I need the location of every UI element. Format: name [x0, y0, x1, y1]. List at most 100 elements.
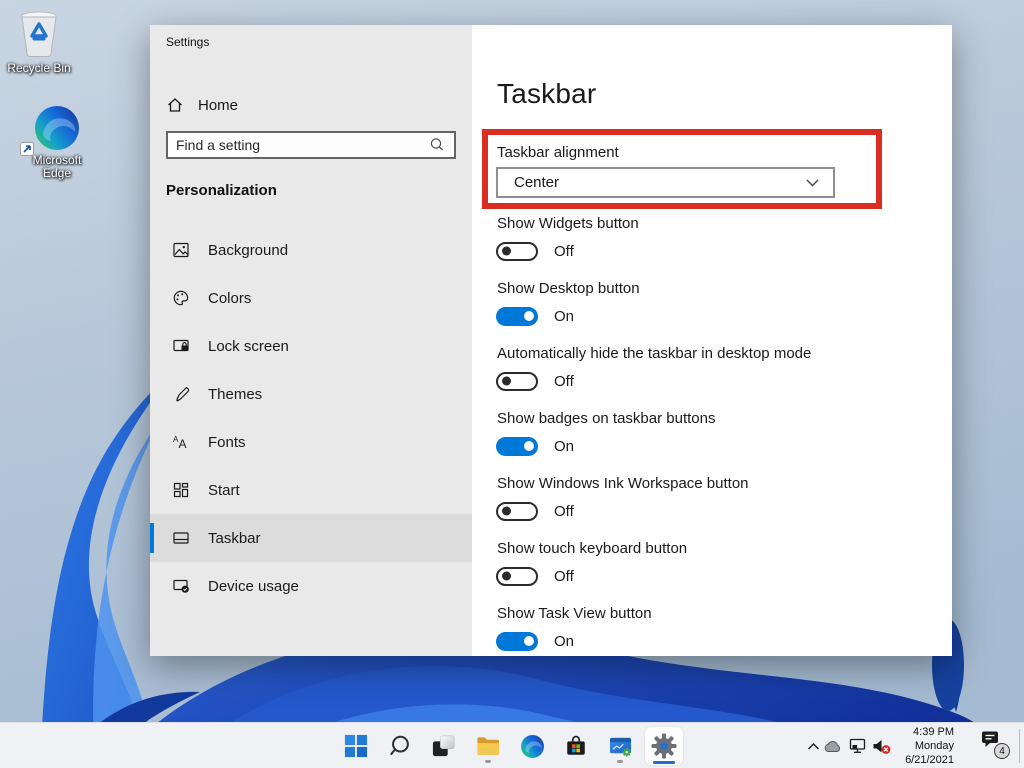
home-icon	[166, 96, 184, 114]
settings-sidebar: Settings Home Personalization Background	[150, 25, 472, 656]
notification-center-button[interactable]: 4	[980, 730, 1016, 762]
toggle-badges[interactable]	[496, 437, 538, 456]
page-title: Taskbar	[497, 78, 596, 110]
settings-button[interactable]	[642, 726, 686, 766]
tray-chevron-button[interactable]	[803, 736, 823, 756]
toggle-state-label: Off	[554, 373, 574, 390]
chevron-up-icon	[807, 742, 820, 751]
sidebar-home-label: Home	[198, 97, 238, 114]
sidebar-item-label: Colors	[208, 290, 251, 307]
toggle-task-view[interactable]	[496, 632, 538, 651]
windows-start-icon	[344, 734, 368, 758]
search-input[interactable]	[168, 137, 428, 153]
toggle-state-label: On	[554, 308, 574, 325]
taskbar-alignment-dropdown[interactable]: Center	[496, 167, 835, 198]
microsoft-store-button[interactable]	[554, 726, 598, 766]
shortcut-arrow-icon	[20, 142, 34, 156]
taskbar: 4:39 PM Monday 6/21/2021 4	[0, 722, 1024, 768]
microsoft-store-icon	[564, 734, 588, 758]
search-icon	[388, 734, 412, 758]
toggle-auto-hide[interactable]	[496, 372, 538, 391]
sidebar-item-home[interactable]: Home	[166, 87, 238, 123]
settings-content: Taskbar Taskbar alignment Center Show Wi…	[472, 25, 952, 656]
sidebar-item-background[interactable]: Background	[150, 226, 472, 274]
search-icon[interactable]	[428, 136, 446, 154]
taskbar-icon	[172, 529, 190, 547]
setting-label-badges: Show badges on taskbar buttons	[497, 410, 715, 427]
sidebar-item-fonts[interactable]: A A Fonts	[150, 418, 472, 466]
file-explorer-button[interactable]	[466, 726, 510, 766]
start-button[interactable]	[334, 726, 378, 766]
toggle-state-label: Off	[554, 503, 574, 520]
network-icon	[849, 738, 867, 754]
desktop-icon-recycle-bin[interactable]: Recycle Bin	[0, 8, 78, 75]
clock-day: Monday	[874, 739, 954, 753]
start-grid-icon	[172, 481, 190, 499]
setting-label-desktop-button: Show Desktop button	[497, 280, 640, 297]
setting-label-ink-workspace: Show Windows Ink Workspace button	[497, 475, 749, 492]
edge-button[interactable]	[510, 726, 554, 766]
search-button[interactable]	[378, 726, 422, 766]
setting-label-auto-hide: Automatically hide the taskbar in deskto…	[497, 345, 811, 362]
settings-gear-icon	[651, 733, 677, 759]
setting-label-task-view: Show Task View button	[497, 605, 652, 622]
sidebar-item-start[interactable]: Start	[150, 466, 472, 514]
tray-onedrive-button[interactable]	[822, 736, 842, 756]
desktop-icon-label-line2: Edge	[18, 167, 96, 180]
tray-network-button[interactable]	[848, 736, 868, 756]
task-view-icon	[432, 734, 456, 758]
svg-text:A: A	[179, 437, 187, 451]
running-indicator	[485, 760, 491, 763]
background-image-icon	[172, 241, 190, 259]
active-app-indicator	[653, 761, 675, 764]
clock-date: 6/21/2021	[874, 753, 954, 767]
taskbar-alignment-label: Taskbar alignment	[497, 144, 619, 161]
taskbar-center-icons	[334, 726, 686, 766]
cloud-icon	[823, 739, 842, 753]
toggle-touch-keyboard[interactable]	[496, 567, 538, 586]
toggle-widgets[interactable]	[496, 242, 538, 261]
dropdown-selected-value: Center	[498, 174, 806, 191]
desktop-icon-label: Recycle Bin	[0, 62, 78, 75]
clock-time: 4:39 PM	[874, 725, 954, 739]
toggle-desktop-button[interactable]	[496, 307, 538, 326]
toggle-state-label: On	[554, 438, 574, 455]
setting-label-widgets: Show Widgets button	[497, 215, 639, 232]
sidebar-item-label: Themes	[208, 386, 262, 403]
sidebar-item-colors[interactable]: Colors	[150, 274, 472, 322]
themes-brush-icon	[172, 385, 190, 403]
lock-screen-icon	[172, 337, 190, 355]
system-app-button[interactable]	[598, 726, 642, 766]
sidebar-item-label: Background	[208, 242, 288, 259]
system-window-gear-icon	[608, 734, 633, 758]
colors-palette-icon	[172, 289, 190, 307]
edge-icon	[520, 734, 545, 759]
toggle-ink-workspace[interactable]	[496, 502, 538, 521]
sidebar-item-lock-screen[interactable]: Lock screen	[150, 322, 472, 370]
file-explorer-icon	[476, 734, 501, 758]
toggle-state-label: On	[554, 633, 574, 650]
toggle-state-label: Off	[554, 243, 574, 260]
edge-logo-icon	[33, 104, 81, 152]
task-view-button[interactable]	[422, 726, 466, 766]
sidebar-item-themes[interactable]: Themes	[150, 370, 472, 418]
window-title: Settings	[166, 35, 209, 49]
recycle-bin-icon	[14, 8, 64, 60]
chevron-down-icon	[806, 179, 819, 187]
sidebar-section-heading: Personalization	[166, 182, 277, 199]
sidebar-item-taskbar[interactable]: Taskbar	[150, 514, 472, 562]
toggle-state-label: Off	[554, 568, 574, 585]
desktop-icon-microsoft-edge[interactable]: Microsoft Edge	[18, 104, 96, 180]
fonts-icon: A A	[172, 433, 190, 451]
sidebar-item-label: Device usage	[208, 578, 299, 595]
sidebar-item-label: Fonts	[208, 434, 246, 451]
sidebar-item-label: Taskbar	[208, 530, 261, 547]
device-usage-icon	[172, 577, 190, 595]
show-desktop-strip[interactable]	[1019, 729, 1020, 763]
settings-search-box[interactable]	[166, 131, 456, 159]
settings-window: Settings Home Personalization Background	[150, 25, 952, 656]
sidebar-item-device-usage[interactable]: Device usage	[150, 562, 472, 610]
setting-label-touch-keyboard: Show touch keyboard button	[497, 540, 687, 557]
sidebar-item-label: Lock screen	[208, 338, 289, 355]
tray-clock[interactable]: 4:39 PM Monday 6/21/2021	[874, 725, 954, 767]
